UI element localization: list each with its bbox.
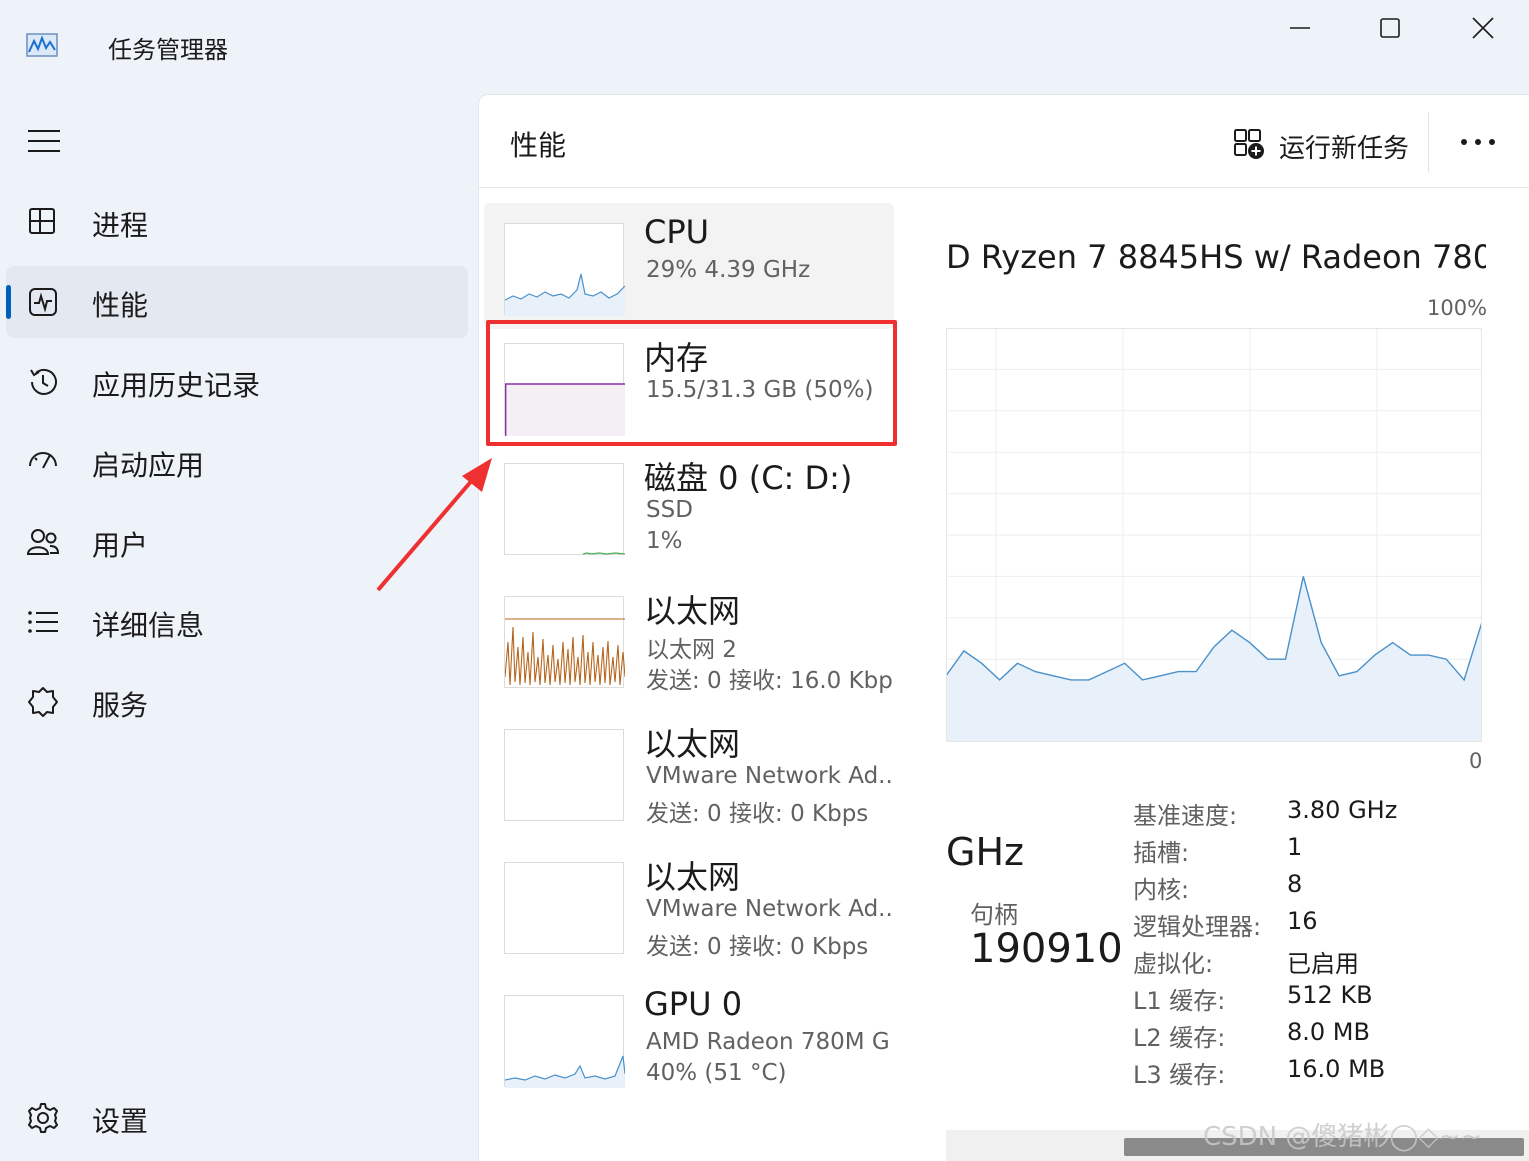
window-title: 任务管理器 xyxy=(108,36,228,64)
spec-value: 8.0 MB xyxy=(1287,1018,1370,1046)
minimize-button[interactable] xyxy=(1270,8,1330,48)
device-title: 以太网 xyxy=(644,725,741,763)
spec-label: L2 缓存: xyxy=(1133,1024,1226,1052)
spec-value: 3.80 GHz xyxy=(1287,796,1398,824)
device-usage: 40% (51 °C) xyxy=(646,1060,787,1086)
device-subtitle: VMware Network Ad.. xyxy=(646,896,893,922)
sidebar-item-label: 进程 xyxy=(92,209,149,242)
watermark-text: CSDN @傻猪彬◯◇~~ xyxy=(1203,1122,1483,1152)
header-divider xyxy=(1428,112,1429,172)
sidebar-item-services[interactable]: 服务 xyxy=(6,666,468,738)
device-subtitle: 29% 4.39 GHz xyxy=(646,257,811,283)
spec-value: 16 xyxy=(1287,907,1318,935)
device-usage: 1% xyxy=(646,528,683,554)
hamburger-icon xyxy=(28,130,60,152)
maximize-button[interactable] xyxy=(1360,8,1420,48)
device-throughput: 发送: 0 接收: 0 Kbps xyxy=(646,934,869,960)
minimize-icon xyxy=(1290,27,1310,29)
performance-icon xyxy=(26,286,60,318)
ethernet-thumbnail-graph xyxy=(504,596,625,688)
processes-icon xyxy=(26,206,60,238)
spec-value: 1 xyxy=(1287,833,1303,861)
cpu-thumbnail-graph xyxy=(504,223,625,316)
spec-label: L3 缓存: xyxy=(1133,1061,1226,1089)
annotation-arrow-icon xyxy=(370,450,500,600)
device-item-ethernet-2[interactable]: 以太网 VMware Network Ad.. 发送: 0 接收: 0 Kbps xyxy=(484,709,894,835)
sidebar-item-label: 性能 xyxy=(92,289,149,322)
device-subtitle: SSD xyxy=(646,497,693,523)
graph-max-label: 100% xyxy=(1427,296,1488,320)
sidebar-item-processes[interactable]: 进程 xyxy=(6,186,468,258)
startup-icon xyxy=(26,446,60,478)
sidebar-item-label: 用户 xyxy=(92,529,149,562)
ethernet-thumbnail-graph xyxy=(504,862,624,954)
sidebar-item-performance[interactable]: 性能 xyxy=(6,266,468,338)
device-title: 磁盘 0 (C: D:) xyxy=(644,459,853,497)
cpu-speed-unit: GHz xyxy=(946,830,1024,874)
disk-thumbnail-graph xyxy=(504,463,625,555)
device-item-disk[interactable]: 磁盘 0 (C: D:) SSD 1% xyxy=(484,443,894,569)
spec-label: 插槽: xyxy=(1133,839,1190,867)
users-icon xyxy=(26,526,60,558)
device-title: GPU 0 xyxy=(644,985,743,1023)
sidebar-item-label: 启动应用 xyxy=(92,449,205,482)
spec-label: 虚拟化: xyxy=(1133,950,1214,978)
spec-value: 16.0 MB xyxy=(1287,1055,1386,1083)
spec-value: 512 KB xyxy=(1287,981,1373,1009)
device-subtitle: 以太网 2 xyxy=(646,637,737,663)
spec-value: 8 xyxy=(1287,870,1303,898)
device-subtitle: AMD Radeon 780M G xyxy=(646,1029,890,1055)
sidebar-item-app-history[interactable]: 应用历史记录 xyxy=(6,346,468,418)
spec-label: 基准速度: xyxy=(1133,802,1238,830)
active-indicator xyxy=(6,285,11,319)
close-icon xyxy=(1472,17,1494,39)
device-title: 以太网 xyxy=(644,592,741,630)
sidebar-item-label: 服务 xyxy=(92,689,149,722)
handles-value: 190910 xyxy=(970,926,1123,972)
services-icon xyxy=(26,686,60,718)
sidebar-item-settings[interactable]: 设置 xyxy=(6,1082,468,1154)
run-new-task-icon[interactable] xyxy=(1232,127,1266,161)
more-icon xyxy=(1461,139,1495,145)
device-throughput: 发送: 0 接收: 16.0 Kbps xyxy=(646,668,894,694)
device-title: 以太网 xyxy=(644,858,741,896)
gpu-thumbnail-graph xyxy=(504,995,625,1088)
close-button[interactable] xyxy=(1453,8,1513,48)
more-options-button[interactable] xyxy=(1452,122,1504,162)
device-title: CPU xyxy=(644,213,710,251)
handles-label: 句柄 xyxy=(970,901,1018,929)
task-manager-logo-icon xyxy=(26,33,58,57)
device-item-ethernet-1[interactable]: 以太网 以太网 2 发送: 0 接收: 16.0 Kbps xyxy=(484,576,894,702)
ethernet-thumbnail-graph xyxy=(504,729,624,821)
cpu-usage-graph xyxy=(946,328,1482,742)
graph-min-label: 0 xyxy=(1469,749,1483,773)
run-new-task-button[interactable]: 运行新任务 xyxy=(1279,128,1409,165)
device-item-ethernet-3[interactable]: 以太网 VMware Network Ad.. 发送: 0 接收: 0 Kbps xyxy=(484,842,894,968)
spec-label: 内核: xyxy=(1133,876,1190,904)
spec-label: 逻辑处理器: xyxy=(1133,913,1262,941)
maximize-icon xyxy=(1380,18,1400,38)
device-item-cpu[interactable]: CPU 29% 4.39 GHz xyxy=(484,203,894,329)
details-icon xyxy=(26,606,60,638)
gear-icon xyxy=(26,1102,60,1134)
spec-label: L1 缓存: xyxy=(1133,987,1226,1015)
page-title: 性能 xyxy=(510,129,567,162)
history-icon xyxy=(26,366,60,398)
device-throughput: 发送: 0 接收: 0 Kbps xyxy=(646,801,869,827)
device-subtitle: VMware Network Ad.. xyxy=(646,763,893,789)
cpu-model-name: D Ryzen 7 8845HS w/ Radeon 780... xyxy=(946,238,1486,276)
sidebar-item-label: 详细信息 xyxy=(92,609,205,642)
highlight-annotation-box xyxy=(486,320,897,446)
device-item-gpu[interactable]: GPU 0 AMD Radeon 780M G 40% (51 °C) xyxy=(484,975,894,1101)
hamburger-menu-button[interactable] xyxy=(26,126,62,156)
spec-value: 已启用 xyxy=(1287,950,1359,978)
sidebar-item-label: 应用历史记录 xyxy=(92,369,261,402)
sidebar-item-label: 设置 xyxy=(92,1105,149,1138)
